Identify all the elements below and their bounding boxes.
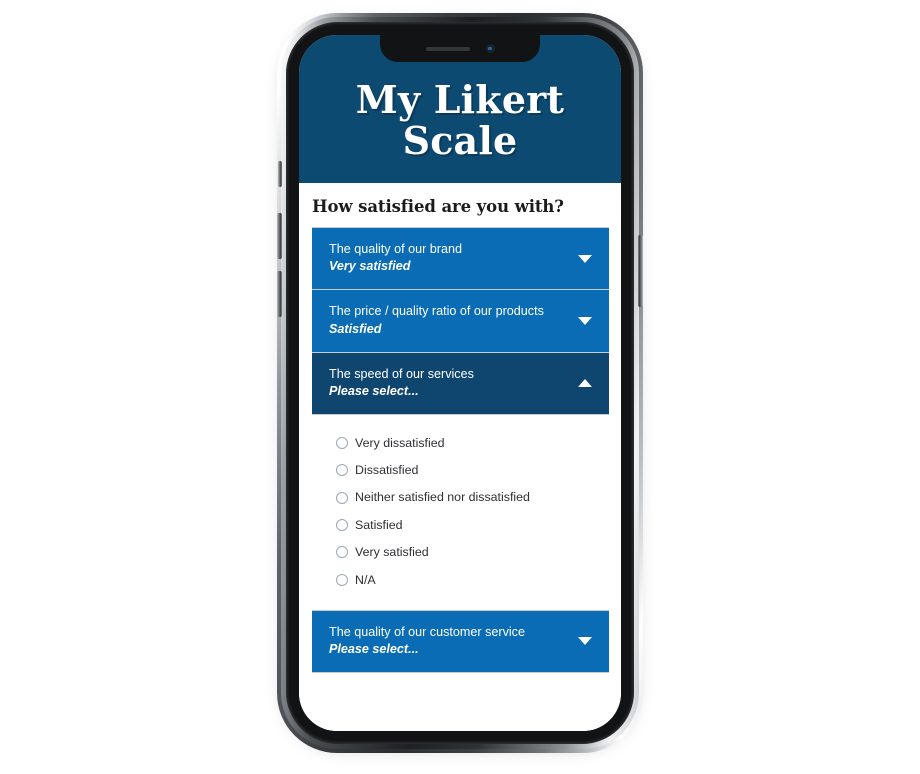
- radio-button-icon[interactable]: [336, 491, 348, 504]
- likert-row-value: Please select...: [329, 384, 419, 399]
- radio-button-icon[interactable]: [336, 519, 348, 532]
- chevron-up-icon[interactable]: [578, 379, 592, 388]
- likert-row-customer-service[interactable]: The quality of our customer service Plea…: [312, 610, 609, 673]
- chevron-down-icon[interactable]: [578, 637, 592, 646]
- phone-device: My Likert Scale How satisfied are you wi…: [277, 13, 643, 753]
- front-camera-icon: [485, 44, 495, 53]
- question-heading: How satisfied are you with?: [312, 197, 564, 217]
- option-label: Satisfied: [355, 517, 403, 532]
- option-label: Neither satisfied nor dissatisfied: [355, 490, 530, 505]
- radio-button-icon[interactable]: [336, 464, 348, 477]
- option-satisfied[interactable]: Satisfied: [312, 511, 609, 538]
- mute-switch-button[interactable]: [278, 161, 282, 187]
- likert-row-label: The speed of our services: [329, 366, 474, 381]
- likert-item-list: The quality of our brand Very satisfied …: [312, 227, 609, 673]
- radio-button-icon[interactable]: [336, 546, 348, 559]
- likert-row-value: Please select...: [329, 641, 419, 656]
- power-button[interactable]: [638, 235, 643, 307]
- app-title: My Likert Scale: [355, 77, 565, 164]
- option-very-satisfied[interactable]: Very satisfied: [312, 539, 609, 566]
- likert-row-value: Very satisfied: [329, 259, 411, 274]
- likert-row-label: The quality of our customer service: [329, 624, 525, 639]
- device-notch: [380, 35, 540, 62]
- option-dissatisfied[interactable]: Dissatisfied: [312, 457, 609, 484]
- likert-app: My Likert Scale How satisfied are you wi…: [299, 35, 621, 731]
- likert-options-panel: Very dissatisfied Dissatisfied Neither s…: [312, 415, 609, 611]
- likert-row-brand[interactable]: The quality of our brand Very satisfied: [312, 228, 609, 291]
- likert-row-label: The quality of our brand: [329, 242, 463, 257]
- phone-screen: My Likert Scale How satisfied are you wi…: [299, 35, 621, 731]
- volume-down-button[interactable]: [277, 271, 282, 317]
- option-label: Dissatisfied: [355, 463, 419, 478]
- chevron-down-icon[interactable]: [578, 317, 592, 326]
- app-body: How satisfied are you with? The quality …: [299, 183, 621, 731]
- speaker-grille-icon: [425, 46, 470, 51]
- option-very-dissatisfied[interactable]: Very dissatisfied: [312, 429, 609, 456]
- option-label: N/A: [355, 572, 376, 587]
- option-label: Very satisfied: [355, 545, 429, 560]
- option-label: Very dissatisfied: [355, 435, 445, 450]
- chevron-down-icon[interactable]: [578, 254, 592, 263]
- option-neither[interactable]: Neither satisfied nor dissatisfied: [312, 484, 609, 511]
- likert-row-label: The price / quality ratio of our product…: [329, 304, 544, 319]
- volume-up-button[interactable]: [277, 213, 282, 259]
- likert-row-value: Satisfied: [329, 321, 382, 336]
- radio-button-icon[interactable]: [336, 436, 348, 449]
- option-na[interactable]: N/A: [312, 566, 609, 593]
- radio-button-icon[interactable]: [336, 573, 348, 586]
- likert-row-price-quality[interactable]: The price / quality ratio of our product…: [312, 290, 609, 353]
- likert-row-speed[interactable]: The speed of our services Please select.…: [312, 352, 609, 416]
